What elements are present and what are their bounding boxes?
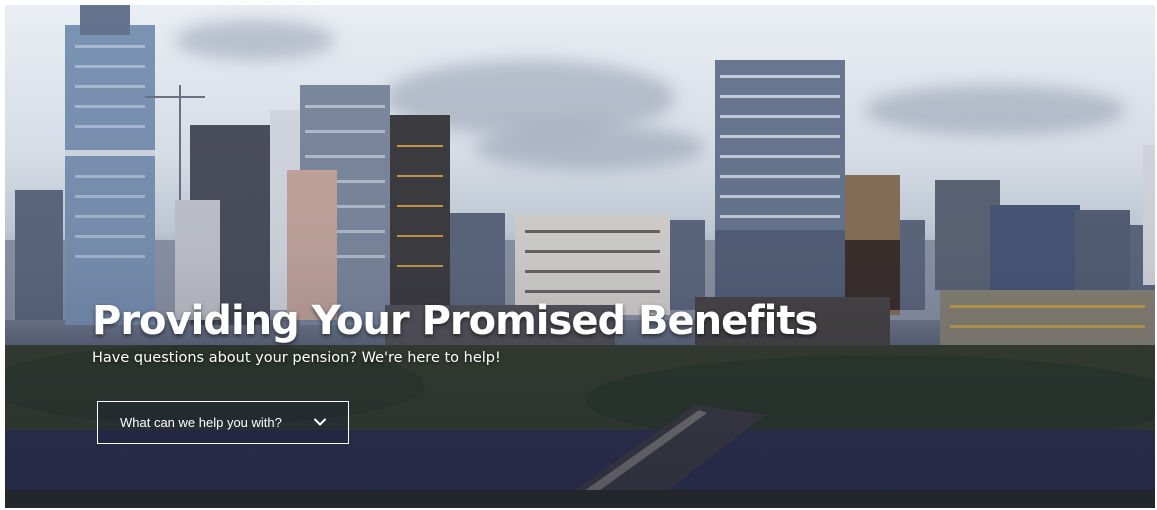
hero-content: Providing Your Promised Benefits Have qu… bbox=[92, 298, 818, 366]
hero-title: Providing Your Promised Benefits bbox=[92, 298, 818, 344]
help-dropdown-label: What can we help you with? bbox=[120, 415, 282, 430]
chevron-down-icon bbox=[314, 418, 326, 426]
help-topic-dropdown[interactable]: What can we help you with? bbox=[97, 401, 349, 444]
hero-subtitle: Have questions about your pension? We're… bbox=[92, 350, 501, 366]
